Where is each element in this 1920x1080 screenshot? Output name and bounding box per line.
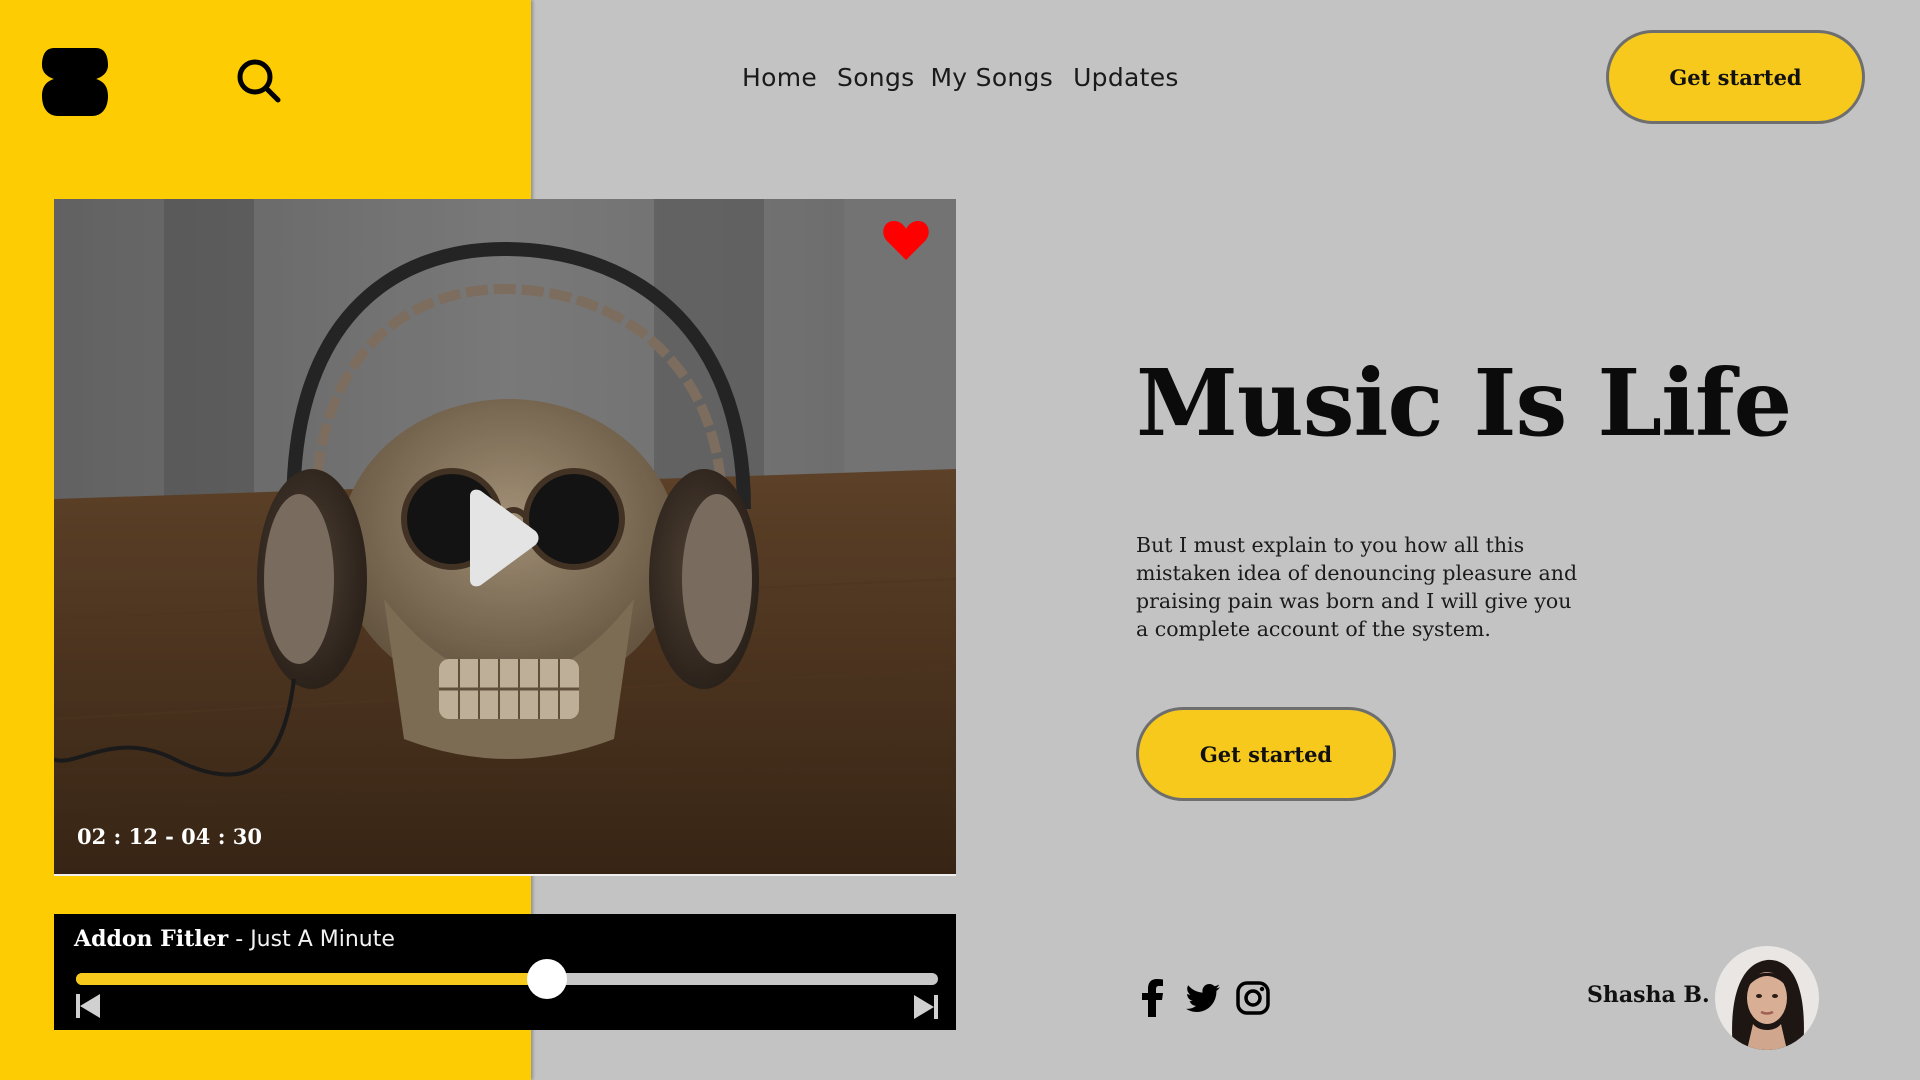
user-name: Shasha B. xyxy=(1587,982,1710,1008)
heart-icon[interactable] xyxy=(882,218,930,262)
nav-item-songs[interactable]: Songs xyxy=(837,58,914,98)
progress-thumb[interactable] xyxy=(526,959,567,999)
get-started-hero-button[interactable]: Get started xyxy=(1136,707,1396,801)
social-links xyxy=(1133,978,1273,1018)
hero-title: Music Is Life xyxy=(1136,349,1792,457)
nav-item-home[interactable]: Home xyxy=(742,58,817,98)
search-icon[interactable] xyxy=(236,58,282,104)
skip-next-icon[interactable] xyxy=(914,994,938,1020)
avatar[interactable] xyxy=(1715,946,1819,1050)
media-artwork[interactable] xyxy=(54,199,956,876)
twitter-icon[interactable] xyxy=(1183,978,1223,1018)
playback-time: 02 : 12 - 04 : 30 xyxy=(77,824,262,849)
track-info: Addon Fitler - Just A Minute xyxy=(74,924,395,955)
nav-item-updates[interactable]: Updates xyxy=(1073,58,1179,98)
artist-name: Addon Fitler xyxy=(74,926,229,952)
progress-slider[interactable] xyxy=(76,959,938,999)
facebook-icon[interactable] xyxy=(1133,978,1173,1018)
player-bar: Addon Fitler - Just A Minute xyxy=(54,914,956,1030)
main-nav: Home Songs My Songs Updates xyxy=(742,58,1199,98)
track-separator: - xyxy=(228,927,251,952)
page: Home Songs My Songs Updates Get started xyxy=(0,0,1920,1080)
hero-description: But I must explain to you how all this m… xyxy=(1136,533,1578,641)
skip-previous-icon[interactable] xyxy=(76,993,100,1019)
instagram-icon[interactable] xyxy=(1233,978,1273,1018)
song-title: Just A Minute xyxy=(250,927,395,952)
nav-item-my-songs[interactable]: My Songs xyxy=(930,58,1053,98)
get-started-header-button[interactable]: Get started xyxy=(1606,30,1865,124)
progress-fill xyxy=(76,973,547,985)
play-icon[interactable] xyxy=(460,488,540,588)
app-logo-icon[interactable] xyxy=(40,46,110,118)
